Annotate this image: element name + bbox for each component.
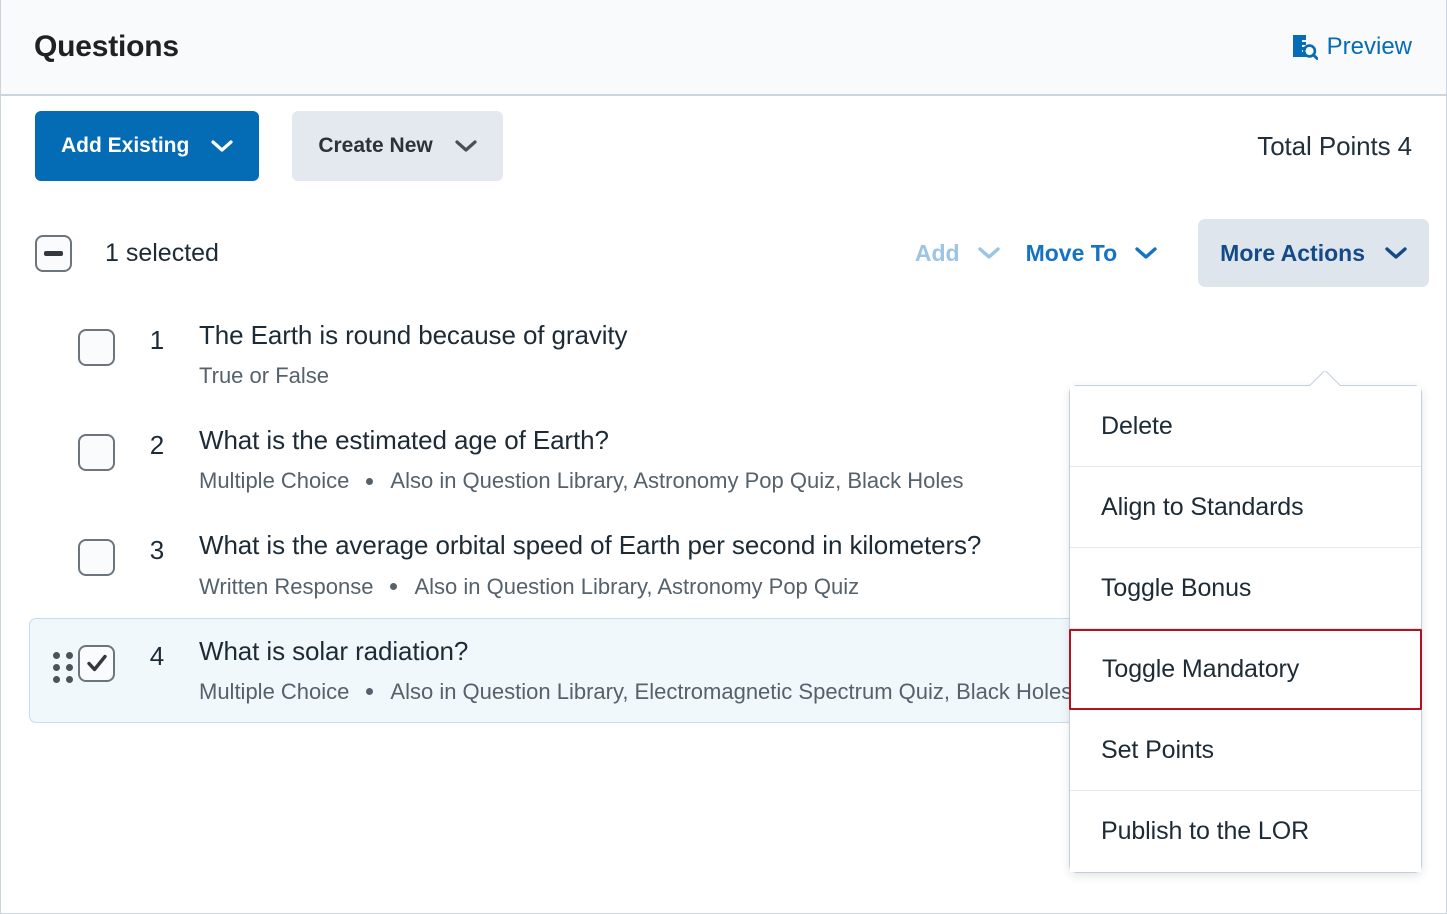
more-actions-label: More Actions [1220, 239, 1365, 266]
chevron-down-icon [1135, 246, 1157, 260]
add-dropdown-button[interactable]: Add [902, 240, 1013, 267]
question-also-in: Also in Question Library, Electromagneti… [390, 678, 1073, 704]
more-actions-button[interactable]: More Actions [1198, 219, 1429, 287]
create-new-label: Create New [318, 134, 433, 157]
questions-panel: Questions Preview Add Existing Create Ne… [0, 0, 1447, 914]
chevron-down-icon [211, 139, 233, 153]
add-existing-label: Add Existing [61, 134, 190, 157]
question-index: 2 [149, 430, 165, 461]
menu-item-delete[interactable]: Delete [1070, 386, 1421, 467]
question-checkbox[interactable] [78, 644, 115, 682]
menu-item-toggle-mandatory[interactable]: Toggle Mandatory [1069, 629, 1422, 710]
question-checkbox[interactable] [78, 329, 115, 366]
page-title: Questions [34, 30, 179, 63]
question-checkbox[interactable] [78, 539, 115, 577]
indeterminate-dash-icon [44, 250, 63, 256]
selected-count-label: 1 selected [105, 238, 219, 267]
question-type: Written Response [199, 573, 374, 599]
chevron-down-icon [455, 139, 477, 153]
separator-dot-icon [366, 477, 374, 485]
check-icon [86, 654, 107, 672]
menu-item-publish-to-the-lor[interactable]: Publish to the LOR [1070, 791, 1421, 872]
question-also-in: Also in Question Library, Astronomy Pop … [390, 468, 964, 494]
drag-handle[interactable] [48, 651, 78, 683]
preview-label: Preview [1326, 33, 1412, 60]
selection-toolbar: 1 selected Add Move To More Actions [1, 214, 1446, 292]
move-to-dropdown-button[interactable]: Move To [1013, 240, 1171, 267]
create-new-button[interactable]: Create New [292, 111, 503, 181]
panel-header: Questions Preview [1, 0, 1446, 96]
row-checkbox-wrap [78, 434, 115, 476]
menu-item-toggle-bonus[interactable]: Toggle Bonus [1070, 548, 1421, 629]
question-type: Multiple Choice [199, 468, 350, 494]
chevron-down-icon [1385, 246, 1407, 260]
document-search-icon [1290, 33, 1318, 61]
question-also-in: Also in Question Library, Astronomy Pop … [414, 573, 860, 599]
row-checkbox-wrap [78, 644, 115, 682]
menu-pointer-arrow-icon [1308, 371, 1342, 387]
question-checkbox[interactable] [78, 434, 115, 472]
menu-item-align-to-standards[interactable]: Align to Standards [1070, 467, 1421, 548]
separator-dot-icon [366, 688, 374, 696]
question-index: 1 [149, 325, 165, 355]
question-type: True or False [199, 363, 330, 389]
row-checkbox-wrap [78, 539, 115, 581]
menu-item-set-points[interactable]: Set Points [1070, 710, 1421, 791]
add-label: Add [914, 239, 960, 266]
question-index: 4 [149, 640, 165, 671]
selection-actions: Add Move To More Actions [902, 219, 1429, 287]
row-checkbox-wrap [78, 329, 115, 371]
move-to-label: Move To [1025, 239, 1118, 266]
total-points-label: Total Points 4 [1257, 130, 1412, 161]
more-actions-menu: Delete Align to Standards Toggle Bonus T… [1069, 385, 1422, 873]
question-title[interactable]: The Earth is round because of gravity [199, 320, 1409, 351]
separator-dot-icon [390, 583, 398, 591]
question-index: 3 [149, 535, 165, 566]
preview-button[interactable]: Preview [1290, 33, 1412, 61]
question-type: Multiple Choice [199, 678, 350, 704]
select-all-checkbox[interactable] [35, 234, 72, 272]
question-body: The Earth is round because of gravity Tr… [199, 320, 1419, 389]
chevron-down-icon [977, 246, 1000, 260]
primary-toolbar: Add Existing Create New Total Points 4 [1, 96, 1446, 196]
add-existing-button[interactable]: Add Existing [35, 111, 260, 181]
